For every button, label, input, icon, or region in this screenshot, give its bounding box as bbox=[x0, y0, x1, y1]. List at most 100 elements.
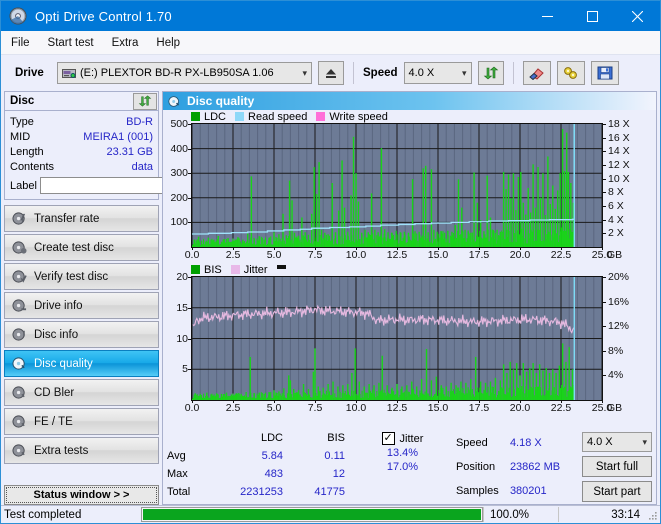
jitter-checkbox[interactable]: ✓ bbox=[381, 432, 395, 445]
menu-item-file[interactable]: File bbox=[11, 37, 30, 49]
x-tick-label: 12.5 bbox=[386, 249, 408, 261]
sidebar-item-label: Drive info bbox=[34, 299, 83, 312]
menu-bar: File Start test Extra Help bbox=[1, 31, 660, 55]
chevron-down-icon: ▾ bbox=[302, 67, 307, 78]
y2-tick-label: 6 X bbox=[608, 200, 624, 212]
disc-row-contents: Contents data bbox=[10, 159, 153, 174]
bis-y-axis: 5 10 15 20 bbox=[163, 271, 191, 399]
x-tick-label: 12.5 bbox=[386, 402, 408, 414]
jitter-avg-value: 13.4% bbox=[386, 447, 419, 459]
charts-area: LDC Read speed Write speed 100 200 300 400 5… bbox=[163, 110, 656, 429]
nav-list: Transfer rate Create test disc Verify te… bbox=[4, 205, 159, 466]
disc-refresh-button[interactable] bbox=[133, 92, 157, 110]
x-tick-label: 22.5 bbox=[550, 402, 572, 414]
position-stat-label: Position bbox=[455, 460, 496, 473]
y-tick-label: 15 bbox=[176, 301, 188, 314]
save-button[interactable] bbox=[590, 61, 619, 85]
disc-quality-title: Disc quality bbox=[187, 94, 255, 108]
disc-label-row: Label bbox=[10, 176, 243, 195]
y-tick-label: 10 bbox=[176, 332, 188, 345]
application-window: Opti Drive Control 1.70 File Start test … bbox=[0, 0, 661, 524]
disc-quality-panel: Disc quality LDC Read speed Write speed … bbox=[162, 91, 657, 505]
window-controls bbox=[525, 1, 660, 31]
bis-plot-area[interactable] bbox=[191, 276, 603, 401]
title-bar: Opti Drive Control 1.70 bbox=[1, 1, 660, 31]
x-tick-label: 15.0 bbox=[427, 249, 449, 261]
disc-row-mid-value: MEIRA1 (001) bbox=[83, 130, 153, 143]
stats-total-bis: 41775 bbox=[314, 486, 345, 498]
status-window-button[interactable]: Status window > > bbox=[4, 485, 159, 505]
disc-row-length-value: 23.31 GB bbox=[106, 145, 153, 158]
speed-select[interactable]: 4.0 X ▾ bbox=[403, 62, 472, 84]
x-tick-label: 5.0 bbox=[266, 249, 282, 261]
disc-row-type: Type BD-R bbox=[10, 114, 153, 129]
resize-grip[interactable] bbox=[646, 509, 658, 521]
stats-row-label-avg: Avg bbox=[167, 450, 186, 462]
sidebar-item-label: Create test disc bbox=[34, 241, 114, 254]
x-axis-unit-label: GB bbox=[607, 402, 623, 414]
maximize-button[interactable] bbox=[570, 1, 615, 31]
start-part-button[interactable]: Start part bbox=[581, 481, 652, 502]
y2-tick-label: 16 X bbox=[608, 131, 630, 144]
speed-stat-label: Speed bbox=[455, 436, 488, 449]
sidebar-item-disc-quality[interactable]: Disc quality bbox=[4, 350, 159, 377]
refresh-button[interactable] bbox=[477, 61, 504, 85]
left-sidebar: Disc Type BD-R MID MEIRA1 (001) Length 2… bbox=[4, 91, 243, 505]
test-speed-select[interactable]: 4.0 X ▾ bbox=[581, 432, 652, 452]
legend-label-jitter: Jitter bbox=[243, 263, 268, 276]
menu-item-start-test[interactable]: Start test bbox=[48, 37, 94, 49]
disc-test-icon bbox=[12, 211, 27, 226]
sidebar-item-cd-bler[interactable]: CD Bler bbox=[4, 379, 159, 406]
jitter-max-value: 17.0% bbox=[386, 461, 419, 473]
test-actions: 4.0 X ▾ Start full Start part bbox=[581, 432, 652, 502]
bis-y2-axis-jitter: 4% 8% 12% 16% 20% bbox=[603, 271, 643, 399]
drive-label: Drive bbox=[15, 67, 44, 79]
sidebar-item-drive-info[interactable]: Drive info bbox=[4, 292, 159, 319]
disc-panel-body: Type BD-R MID MEIRA1 (001) Length 23.31 … bbox=[5, 111, 243, 199]
progress-bar-fill bbox=[143, 509, 481, 520]
x-tick-label: 17.5 bbox=[468, 249, 490, 261]
sidebar-item-create-test-disc[interactable]: Create test disc bbox=[4, 234, 159, 261]
jitter-toggle-row[interactable]: ✓ Jitter bbox=[381, 432, 423, 445]
position-stat-value: 23862 MB bbox=[509, 460, 561, 473]
sidebar-item-transfer-rate[interactable]: Transfer rate bbox=[4, 205, 159, 232]
menu-item-help[interactable]: Help bbox=[156, 37, 180, 49]
samples-stat-label: Samples bbox=[455, 485, 499, 498]
start-full-button[interactable]: Start full bbox=[581, 456, 652, 477]
disc-row-type-value: BD-R bbox=[126, 115, 153, 128]
y2-tick-label: 2 X bbox=[608, 227, 624, 240]
tools-button[interactable] bbox=[556, 61, 585, 85]
legend-label-bis: BIS bbox=[204, 263, 222, 276]
y-tick-label: 500 bbox=[170, 118, 188, 130]
legend-swatch-read-speed bbox=[235, 112, 245, 121]
sidebar-item-label: FE / TE bbox=[34, 415, 73, 428]
ldc-plot-area[interactable] bbox=[191, 123, 603, 248]
sidebar-item-disc-info[interactable]: Disc info bbox=[4, 321, 159, 348]
sidebar-item-verify-test-disc[interactable]: Verify test disc bbox=[4, 263, 159, 290]
disc-verify-icon bbox=[12, 269, 27, 284]
sidebar-item-label: Verify test disc bbox=[34, 270, 109, 283]
stats-max-ldc: 483 bbox=[264, 468, 283, 480]
eject-button[interactable] bbox=[318, 61, 344, 85]
minimize-button[interactable] bbox=[525, 1, 570, 31]
status-bar: Test completed 100.0% 33:14 bbox=[1, 505, 660, 523]
sidebar-item-fe-te[interactable]: FE / TE bbox=[4, 408, 159, 435]
y-tick-label: 100 bbox=[170, 216, 188, 229]
stats-total-ldc: 2231253 bbox=[240, 486, 283, 498]
speed-label: Speed bbox=[363, 67, 398, 79]
app-icon bbox=[9, 7, 27, 25]
sidebar-item-extra-tests[interactable]: Extra tests bbox=[4, 437, 159, 464]
x-tick-label: 10.0 bbox=[345, 249, 367, 261]
elapsed-time: 33:14 bbox=[558, 507, 646, 522]
sidebar-item-label: CD Bler bbox=[34, 386, 75, 399]
ldc-x-axis: 0.0 2.5 5.0 7.5 10.0 12.5 15.0 17.5 20.0 22.5 25.0… bbox=[185, 247, 622, 263]
progress-bar bbox=[141, 507, 483, 522]
y2-tick-label: 16% bbox=[608, 295, 630, 308]
y2-tick-label: 10 X bbox=[608, 172, 630, 185]
erase-button[interactable] bbox=[522, 61, 551, 85]
menu-item-extra[interactable]: Extra bbox=[112, 37, 139, 49]
bis-chart-legend: BIS Jitter bbox=[163, 263, 656, 276]
close-button[interactable] bbox=[615, 1, 660, 31]
drive-select[interactable]: (E:) PLEXTOR BD-R PX-LB950SA 1.06 ▾ bbox=[57, 62, 312, 84]
y2-tick-label: 14 X bbox=[608, 145, 630, 158]
